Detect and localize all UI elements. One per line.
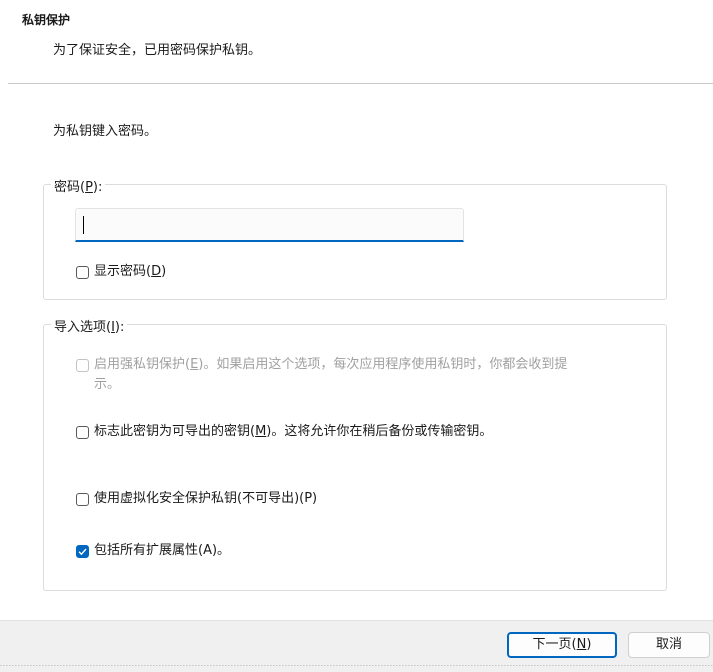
password-group-legend: 密码(P): bbox=[51, 176, 106, 195]
extended-properties-option[interactable]: 包括所有扩展属性(A)。 bbox=[76, 541, 230, 561]
strong-protection-label: 启用强私钥保护(E)。如果启用这个选项，每次应用程序使用私钥时，你都会收到提 示… bbox=[94, 357, 568, 392]
import-options-legend: 导入选项(I): bbox=[51, 316, 128, 335]
password-input[interactable] bbox=[75, 208, 464, 242]
cancel-button[interactable]: 取消 bbox=[628, 632, 710, 658]
next-button[interactable]: 下一页(N) bbox=[507, 632, 617, 658]
exportable-key-option[interactable]: 标志此密钥为可导出的密钥(M)。这将允许你在稍后备份或传输密钥。 bbox=[76, 422, 492, 442]
exportable-key-checkbox[interactable] bbox=[76, 425, 89, 439]
text-caret bbox=[83, 216, 84, 234]
virtualization-security-label: 使用虚拟化安全保护私钥(不可导出)(P) bbox=[94, 491, 318, 506]
show-password-option[interactable]: 显示密码(D) bbox=[76, 262, 166, 282]
password-group bbox=[43, 184, 667, 300]
strong-protection-checkbox bbox=[76, 359, 89, 372]
header-divider bbox=[8, 83, 713, 84]
password-prompt: 为私钥键入密码。 bbox=[53, 124, 158, 139]
footer-bottom-edge bbox=[0, 665, 713, 667]
show-password-label: 显示密码(D) bbox=[94, 264, 167, 279]
exportable-key-label: 标志此密钥为可导出的密钥(M)。这将允许你在稍后备份或传输密钥。 bbox=[94, 424, 493, 439]
extended-properties-label: 包括所有扩展属性(A)。 bbox=[94, 543, 231, 558]
wizard-header-subtitle: 为了保证安全，已用密码保护私钥。 bbox=[53, 43, 262, 58]
wizard-header-title: 私钥保护 bbox=[22, 13, 71, 27]
virtualization-security-option[interactable]: 使用虚拟化安全保护私钥(不可导出)(P) bbox=[76, 489, 317, 509]
virtualization-security-checkbox[interactable] bbox=[76, 492, 89, 506]
strong-protection-option: 启用强私钥保护(E)。如果启用这个选项，每次应用程序使用私钥时，你都会收到提 示… bbox=[76, 355, 656, 395]
checkmark-icon bbox=[78, 548, 87, 555]
show-password-checkbox[interactable] bbox=[76, 265, 89, 279]
extended-properties-checkbox[interactable] bbox=[76, 544, 89, 558]
